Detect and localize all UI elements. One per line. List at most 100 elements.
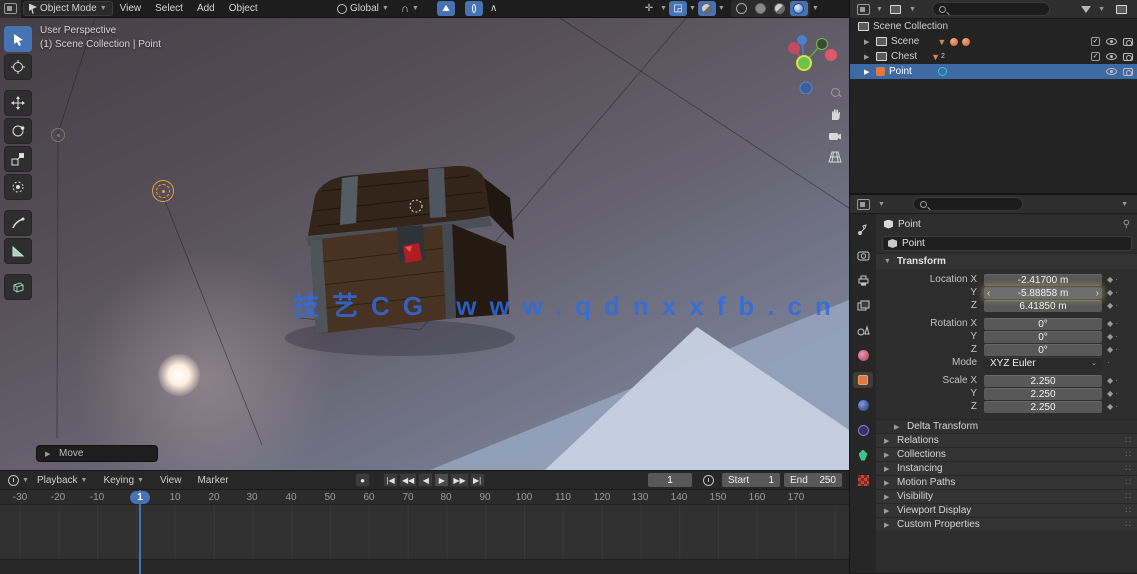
new-collection-button[interactable] xyxy=(1112,2,1130,17)
tool-select-box[interactable] xyxy=(4,26,32,52)
rotation-x-input[interactable]: 0° xyxy=(984,317,1102,330)
hide-viewport-eye-icon[interactable] xyxy=(1106,53,1117,60)
decorator[interactable]: ◆ · xyxy=(1102,332,1130,341)
frame-end-field[interactable]: End 250 xyxy=(784,473,842,487)
scale-y-input[interactable]: 2.250 xyxy=(984,387,1102,400)
pin-icon[interactable]: ⚲ xyxy=(1123,219,1130,230)
menu-marker[interactable]: Marker xyxy=(189,475,236,486)
properties-editor-type-button[interactable] xyxy=(854,197,872,212)
perspective-toggle-button[interactable] xyxy=(824,147,846,167)
rotation-mode-dropdown[interactable]: XYZ Euler xyxy=(984,356,1102,369)
breadcrumb-object[interactable]: Point xyxy=(898,219,921,230)
menu-keying[interactable]: Keying ▼ xyxy=(95,475,152,486)
disable-render-camera-icon[interactable] xyxy=(1123,67,1133,76)
display-mode-button[interactable] xyxy=(887,2,905,17)
scale-x-input[interactable]: 2.250 xyxy=(984,374,1102,387)
shading-wireframe-button[interactable] xyxy=(733,1,751,16)
tab-constraints[interactable] xyxy=(853,397,873,413)
axis-y-neg-ball[interactable] xyxy=(796,55,812,71)
decorator[interactable]: ◆ · xyxy=(1102,275,1130,284)
tab-texture[interactable] xyxy=(853,472,873,488)
tab-view-layer[interactable] xyxy=(853,297,873,313)
location-x-input[interactable]: -2.41700 m xyxy=(984,273,1102,286)
jump-to-start-button[interactable]: |◀ xyxy=(383,473,398,487)
shading-solid-button[interactable] xyxy=(752,1,770,16)
outliner-row-point[interactable]: ▶ Point xyxy=(850,64,1137,79)
section-viewport-display[interactable]: ▶ Viewport Display ∷ xyxy=(876,503,1137,517)
location-y-input[interactable]: -5.88858 m xyxy=(984,286,1102,299)
outliner-search-input[interactable] xyxy=(931,2,1050,16)
decorator[interactable]: ◆ · xyxy=(1102,389,1130,398)
orientation-dropdown[interactable]: Global ▼ xyxy=(330,0,396,18)
decorator[interactable]: ◆ · xyxy=(1102,319,1130,328)
jump-to-end-button[interactable]: ▶| xyxy=(469,473,485,487)
menu-select[interactable]: Select xyxy=(148,0,190,18)
snap-toggle[interactable]: ∩ ▼ xyxy=(398,0,422,18)
tool-annotate[interactable] xyxy=(4,210,32,236)
tool-measure[interactable] xyxy=(4,238,32,264)
play-reverse-button[interactable]: ◀ xyxy=(418,473,434,487)
object-name-field[interactable]: Point xyxy=(882,236,1132,251)
rotation-y-input[interactable]: 0° xyxy=(984,330,1102,343)
axis-z-neg-ball[interactable] xyxy=(799,81,813,94)
shading-material-button[interactable] xyxy=(771,1,789,16)
disable-render-camera-icon[interactable] xyxy=(1123,37,1133,46)
next-keyframe-button[interactable]: ▶▶ xyxy=(450,473,469,487)
proportional-edit-toggle[interactable] xyxy=(465,1,483,16)
disable-render-camera-icon[interactable] xyxy=(1123,52,1133,61)
section-custom-properties[interactable]: ▶ Custom Properties ∷ xyxy=(876,517,1137,531)
menu-view[interactable]: View xyxy=(152,475,190,486)
snap-target-button[interactable]: ⛰ xyxy=(437,1,455,16)
hide-viewport-eye-icon[interactable] xyxy=(1106,68,1117,75)
tool-cursor[interactable] xyxy=(4,54,32,80)
scale-z-input[interactable]: 2.250 xyxy=(984,400,1102,413)
tab-tool[interactable] xyxy=(853,222,873,238)
tab-world[interactable] xyxy=(853,347,873,363)
auto-keying-button[interactable]: ● xyxy=(355,473,370,487)
tab-object[interactable] xyxy=(853,372,873,388)
menu-object[interactable]: Object xyxy=(222,0,265,18)
xray-toggle[interactable] xyxy=(697,1,716,16)
decorator[interactable]: ◆ · xyxy=(1102,288,1130,297)
tool-scale[interactable] xyxy=(4,146,32,172)
selectable-checkbox[interactable]: ✓ xyxy=(1091,52,1100,61)
outliner-row-chest[interactable]: ▶ Chest ▼ 2 ✓ xyxy=(850,49,1137,64)
tool-move[interactable] xyxy=(4,90,32,116)
use-preview-range-clock-icon[interactable] xyxy=(703,475,714,486)
outliner-row-scene[interactable]: ▶ Scene ▼ ✓ xyxy=(850,34,1137,49)
show-gizmo-toggle[interactable]: ✛ xyxy=(640,1,658,16)
lamp-gizmo-selected[interactable] xyxy=(152,180,174,202)
play-button[interactable]: ▶ xyxy=(434,473,450,487)
camera-view-button[interactable] xyxy=(824,126,846,146)
tab-scene[interactable] xyxy=(853,322,873,338)
outliner-editor-type-button[interactable] xyxy=(854,2,872,17)
axis-x-neg-ball[interactable] xyxy=(825,49,837,61)
location-z-input[interactable]: 6.41850 m xyxy=(984,299,1102,312)
tool-transform[interactable] xyxy=(4,174,32,200)
transform-panel-header[interactable]: ▼ Transform xyxy=(876,253,1137,269)
shading-rendered-button[interactable] xyxy=(789,1,808,16)
decorator[interactable]: ◆ · xyxy=(1102,345,1130,354)
prev-keyframe-button[interactable]: ◀◀ xyxy=(399,473,418,487)
frame-start-field[interactable]: Start 1 xyxy=(722,473,780,487)
tool-rotate[interactable] xyxy=(4,118,32,144)
current-frame-field[interactable]: 1 xyxy=(648,473,692,487)
axis-y-ball[interactable] xyxy=(816,38,828,50)
section-instancing[interactable]: ▶ Instancing ∷ xyxy=(876,461,1137,475)
menu-add[interactable]: Add xyxy=(190,0,222,18)
show-overlays-toggle[interactable]: ◲ xyxy=(668,1,687,16)
hide-viewport-eye-icon[interactable] xyxy=(1106,38,1117,45)
properties-search-input[interactable] xyxy=(912,197,1023,211)
outliner-row-scene-collection[interactable]: Scene Collection xyxy=(850,19,1137,34)
chevron-down-icon[interactable]: ▼ xyxy=(1121,201,1134,208)
section-visibility[interactable]: ▶ Visibility ∷ xyxy=(876,489,1137,503)
timeline-editor-type-button[interactable] xyxy=(4,473,22,488)
current-frame-badge[interactable]: 1 xyxy=(130,491,150,504)
rotation-z-input[interactable]: 0° xyxy=(984,343,1102,356)
decorator[interactable]: ◆ · xyxy=(1102,301,1130,310)
menu-playback[interactable]: Playback ▼ xyxy=(29,475,96,486)
section-motion-paths[interactable]: ▶ Motion Paths ∷ xyxy=(876,475,1137,489)
falloff-dropdown[interactable]: ∧ xyxy=(487,0,500,18)
timeline-ruler[interactable]: -30 -20 -10 10 20 30 40 50 60 70 80 90 1… xyxy=(0,490,849,505)
lamp-gizmo[interactable] xyxy=(51,128,65,142)
